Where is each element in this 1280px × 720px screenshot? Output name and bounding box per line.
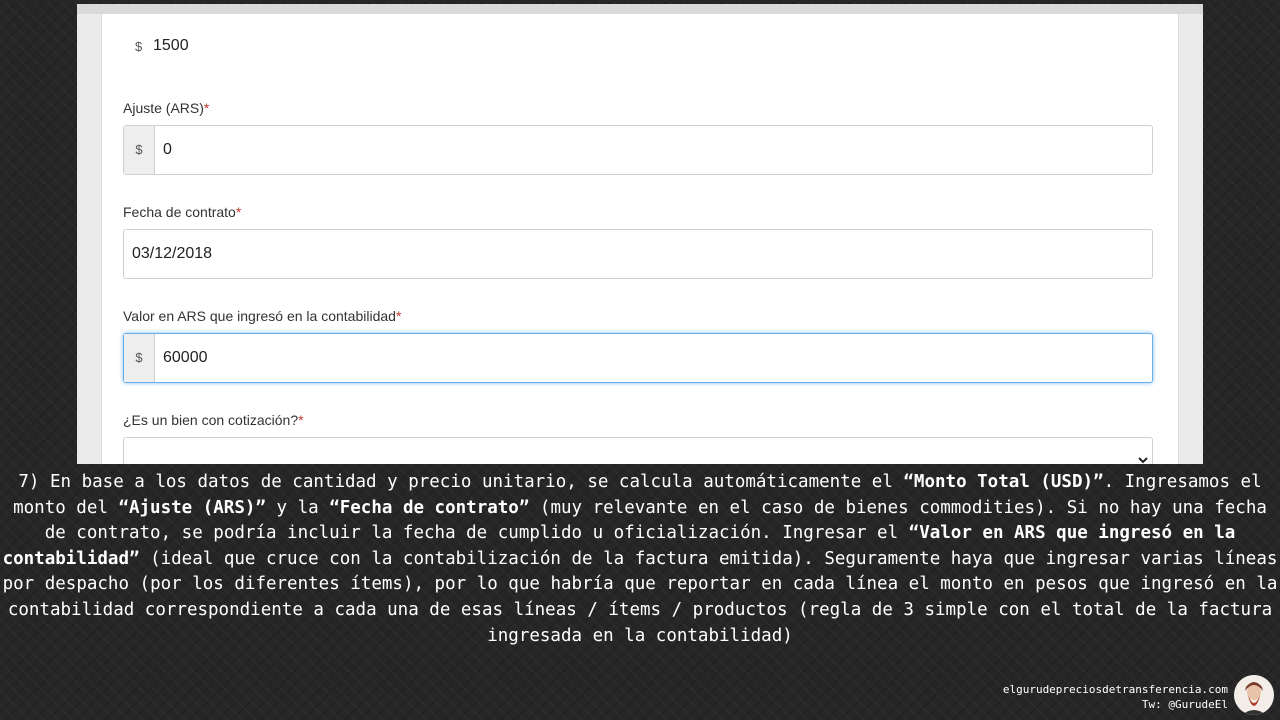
currency-addon: $ <box>124 126 155 174</box>
form-screenshot: $ 1500 Ajuste (ARS)* $ 0 Fecha de contra… <box>77 4 1203 464</box>
caption-text: 7) En base a los datos de cantidad y pre… <box>2 472 1278 646</box>
ajuste-input[interactable]: $ 0 <box>123 125 1153 175</box>
credit: elgurudepreciosdetransferencia.com Tw: @… <box>1003 682 1228 712</box>
currency-addon: $ <box>124 334 155 382</box>
cotizacion-field: ¿Es un bien con cotización?* <box>123 412 1153 464</box>
site-url: elgurudepreciosdetransferencia.com <box>1002 683 1228 696</box>
twitter-handle: Tw: @GurudeEl <box>1141 698 1228 711</box>
fecha-field: Fecha de contrato* 03/12/2018 <box>123 204 1153 284</box>
chevron-down-icon <box>1138 452 1148 464</box>
fecha-value: 03/12/2018 <box>132 245 213 262</box>
monto-field: $ 1500 <box>123 4 1153 84</box>
ajuste-value: 0 <box>163 141 172 158</box>
cotizacion-select[interactable] <box>123 437 1153 464</box>
fecha-input[interactable]: 03/12/2018 <box>123 229 1153 279</box>
valor-field: Valor en ARS que ingresó en la contabili… <box>123 308 1153 388</box>
currency-symbol: $ <box>135 39 143 54</box>
fecha-label: Fecha de contrato* <box>123 204 242 220</box>
ajuste-field: Ajuste (ARS)* $ 0 <box>123 100 1153 180</box>
valor-input[interactable]: $ 60000 <box>123 333 1153 383</box>
monto-value: 1500 <box>153 37 189 54</box>
avatar <box>1234 675 1274 715</box>
ajuste-label: Ajuste (ARS)* <box>123 100 210 116</box>
cotizacion-label: ¿Es un bien con cotización?* <box>123 412 304 428</box>
valor-label: Valor en ARS que ingresó en la contabili… <box>123 308 402 324</box>
valor-value: 60000 <box>163 349 208 366</box>
